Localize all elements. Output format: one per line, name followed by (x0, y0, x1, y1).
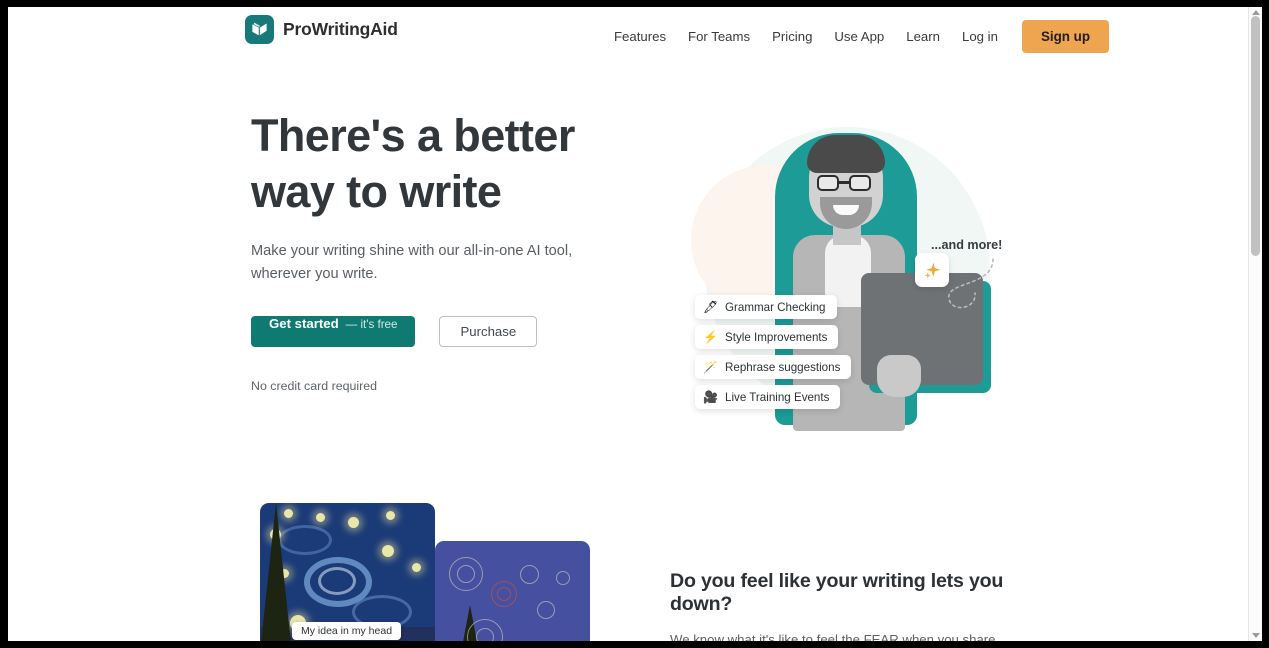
feature-chip-rephrase-suggestions[interactable]: 🪄 Rephrase suggestions (695, 355, 852, 379)
no-credit-card-note: No credit card required (251, 379, 378, 393)
browser-window: ProWritingAid Features For Teams Pricing… (0, 0, 1269, 648)
sign-up-button[interactable]: Sign up (1021, 19, 1110, 53)
lightning-bolt-icon: ⚡ (703, 330, 718, 344)
hero-copy: There's a better way to write Make your … (251, 108, 601, 393)
purchase-button[interactable]: Purchase (439, 316, 538, 347)
nav-link-for-teams[interactable]: For Teams (677, 23, 761, 50)
feature-chip-live-training-events[interactable]: 🎥 Live Training Events (695, 385, 841, 409)
get-started-note: — it's free (345, 318, 398, 331)
book-check-icon (245, 15, 274, 44)
and-more-label: ...and more! (931, 238, 1003, 252)
dotted-curved-arrow-icon (948, 258, 994, 309)
scroll-down-arrow-icon[interactable] (1252, 633, 1260, 638)
scrollbar-thumb[interactable] (1251, 16, 1260, 256)
nav-link-learn[interactable]: Learn (895, 23, 951, 50)
hero-illustration: ...and more! 🖋 Grammar Checking ⚡ Style … (663, 105, 1033, 455)
feature-chip-label: Style Improvements (725, 330, 828, 344)
section-two-body: We know what it's like to feel the FEAR … (670, 632, 996, 641)
sketch-version-card (435, 541, 590, 641)
hero-subtitle: Make your writing shine with our all-in-… (251, 243, 573, 282)
idea-in-my-head-label: My idea in my head (292, 622, 402, 640)
video-camera-icon: 🎥 (703, 390, 718, 404)
nav-link-features[interactable]: Features (603, 23, 677, 50)
feature-chip-style-improvements[interactable]: ⚡ Style Improvements (695, 325, 839, 349)
nav-link-log-in[interactable]: Log in (951, 23, 1009, 50)
feature-chip-label: Grammar Checking (725, 300, 826, 314)
feather-pen-icon: 🖋 (703, 300, 719, 314)
writing-lets-you-down-section: My idea in my head Do you feel like your… (8, 485, 1248, 641)
hero-section: There's a better way to write Make your … (8, 65, 1248, 485)
feature-chip-list: 🖋 Grammar Checking ⚡ Style Improvements … (695, 295, 852, 409)
feature-chip-grammar-checking[interactable]: 🖋 Grammar Checking (695, 295, 837, 319)
brand-name: ProWritingAid (283, 19, 398, 39)
nav-link-use-app[interactable]: Use App (823, 23, 895, 50)
idea-illustration: My idea in my head (251, 503, 611, 641)
site-header: ProWritingAid Features For Teams Pricing… (8, 7, 1248, 65)
section-two-copy: Do you feel like your writing lets you d… (670, 570, 1030, 641)
section-two-title: Do you feel like your writing lets you d… (670, 570, 1004, 615)
feature-chip-label: Rephrase suggestions (725, 360, 841, 374)
scroll-up-arrow-icon[interactable] (1252, 10, 1260, 15)
magic-wand-icon: 🪄 (703, 360, 718, 374)
get-started-button[interactable]: Get started — it's free (251, 316, 416, 347)
nav-link-pricing[interactable]: Pricing (761, 23, 823, 50)
person-hand (877, 355, 921, 397)
feature-chip-label: Live Training Events (725, 390, 830, 404)
get-started-label: Get started (269, 316, 339, 331)
brand-logo-link[interactable]: ProWritingAid (245, 15, 398, 44)
starry-night-card (260, 503, 435, 641)
hero-title: There's a better way to write (251, 110, 575, 217)
page-scrollbar[interactable] (1248, 7, 1262, 641)
main-navigation: Features For Teams Pricing Use App Learn… (603, 7, 1110, 65)
hero-cta-row: Get started — it's free Purchase (251, 316, 601, 347)
page-viewport: ProWritingAid Features For Teams Pricing… (8, 7, 1262, 641)
